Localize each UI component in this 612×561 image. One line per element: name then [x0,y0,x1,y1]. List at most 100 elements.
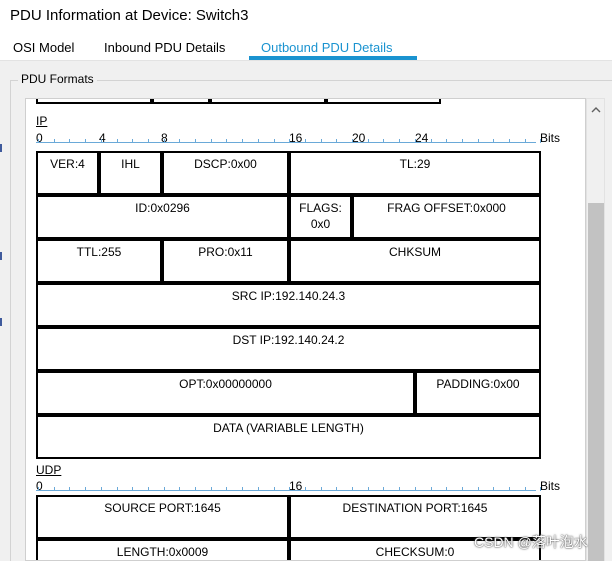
field-label: LENGTH:0x0009 [116,545,209,559]
ip-ihl-field: IHL [99,151,162,195]
ruler-tick [116,487,118,491]
field-label: DST IP:192.140.24.2 [232,333,345,347]
ip-ttl-field: TTL:255 [36,239,162,283]
ruler-tick [147,139,149,143]
ip-dscp-field: DSCP:0x00 [162,151,289,195]
field-label: DATA (VARIABLE LENGTH) [213,421,364,435]
ruler-tick [320,139,322,143]
tab-outbound-pdu-details[interactable]: Outbound PDU Details [261,40,393,55]
ruler-tick [336,139,338,143]
pdu-formats-label: PDU Formats [18,72,97,86]
ip-tl-field: TL:29 [289,151,541,195]
ruler-tick [524,487,526,491]
ip-data-field: DATA (VARIABLE LENGTH) [36,415,541,459]
ruler-tick [461,487,463,491]
ruler-tick [383,139,385,143]
ruler-tick [179,139,181,143]
udp-length-field: LENGTH:0x0009 [36,539,289,560]
previous-pdu-box [210,99,326,104]
field-label: SRC IP:192.140.24.3 [231,289,346,303]
ruler-tick [100,139,102,143]
ruler-tick [414,139,416,143]
previous-pdu-box [326,99,441,104]
ruler-label: 20 [352,131,366,145]
ip-flags-field: FLAGS: 0x0 [289,195,352,239]
content-panel: PDU Formats IP 0 4 8 16 20 24 Bits VER:4… [0,61,612,561]
ruler-label: 16 [289,131,303,145]
window-title: PDU Information at Device: Switch3 [10,7,249,24]
left-edge-mark [0,144,2,152]
ruler-tick [320,487,322,491]
ruler-tick [493,487,495,491]
udp-source-port-field: SOURCE PORT:1645 [36,495,289,539]
previous-pdu-box [36,99,152,104]
ruler-tick [446,139,448,143]
ruler-tick [509,487,510,491]
ruler-tick [352,487,353,491]
chevron-up-icon[interactable] [587,99,604,119]
left-edge-mark [0,318,2,326]
field-label: OPT:0x00000000 [179,377,272,391]
ruler-tick [163,139,165,143]
ruler-tick [289,139,291,143]
field-label: DESTINATION PORT:1645 [342,501,488,515]
ruler-tick [257,139,259,143]
vertical-scrollbar[interactable] [586,98,605,561]
field-label: VER:4 [50,157,85,171]
ip-protocol-field: PRO:0x11 [162,239,289,283]
tab-inbound-pdu-details[interactable]: Inbound PDU Details [104,40,225,55]
ruler-tick [304,139,306,143]
ip-id-field: ID:0x0296 [36,195,289,239]
ip-checksum-field: CHKSUM [289,239,541,283]
ruler-tick [85,139,87,143]
ruler-tick [226,139,228,143]
field-label: ID:0x0296 [135,201,190,215]
ruler-bits-label: Bits [540,479,561,493]
ruler-label: 0 [36,131,43,145]
active-tab-indicator [249,56,417,60]
ruler-tick [85,487,87,491]
ruler-tick [257,487,259,491]
ruler-tick [399,139,401,143]
ruler-tick [493,139,495,143]
ruler-tick [116,139,118,143]
ruler-tick [210,487,212,491]
ruler-tick [273,487,275,491]
ruler-tick [38,487,39,491]
ip-padding-field: PADDING:0x00 [415,371,541,415]
ruler-tick [352,139,353,143]
ruler-tick [430,487,432,491]
field-label: TTL:255 [76,245,122,259]
tab-osi-model[interactable]: OSI Model [13,40,74,55]
ruler-tick [132,139,134,143]
field-label: TL:29 [399,157,431,171]
ruler-tick [210,139,212,143]
ruler-tick [69,487,71,491]
field-label: FLAGS: [299,201,342,215]
ip-frag-offset-field: FRAG OFFSET:0x000 [352,195,541,239]
ruler-tick [242,487,244,491]
ruler-tick [430,139,432,143]
scrollbar-thumb[interactable] [588,203,604,561]
field-label: IHL [121,157,140,171]
previous-pdu-box [152,99,210,104]
ruler-label: 24 [415,131,429,145]
window-titlebar: PDU Information at Device: Switch3 [0,0,612,34]
ruler-label: 0 [36,479,43,493]
ip-src-ip-field: SRC IP:192.140.24.3 [36,283,541,327]
field-label: SOURCE PORT:1645 [104,501,221,515]
ruler-tick [414,487,416,491]
ruler-tick [383,487,385,491]
ruler-label: 16 [289,479,303,493]
ruler-tick [53,139,55,143]
ruler-tick [195,487,196,491]
field-label: PRO:0x11 [198,245,253,259]
ruler-tick [540,139,542,143]
ruler-tick [367,487,369,491]
ruler-tick [367,139,369,143]
ruler-tick [461,139,463,143]
ruler-tick [179,487,181,491]
pdu-details-viewport[interactable]: IP 0 4 8 16 20 24 Bits VER:4 IHL DSCP:0x… [25,98,586,561]
ruler-tick [226,487,228,491]
ip-ver-field: VER:4 [36,151,99,195]
